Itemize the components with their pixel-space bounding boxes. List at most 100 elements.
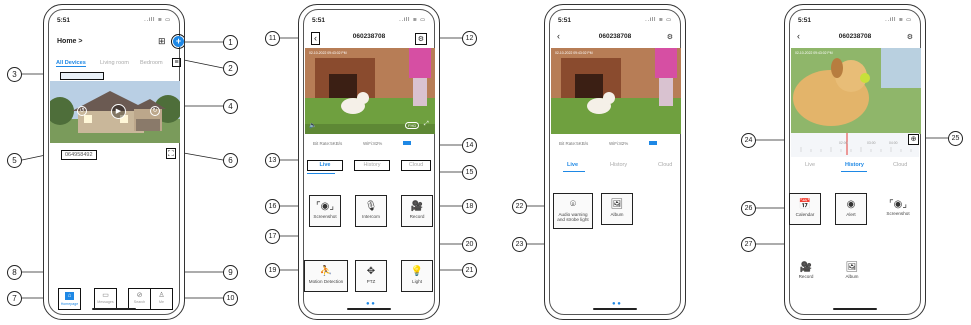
tab-history[interactable]: History bbox=[845, 162, 864, 168]
wifi-label: WiFi:82% bbox=[363, 141, 383, 146]
callout-17: 17 bbox=[265, 229, 280, 244]
timeline-ticks bbox=[800, 133, 912, 155]
record-button[interactable]: 🎥 Record bbox=[789, 262, 823, 279]
siren-icon: ⌾ bbox=[570, 199, 576, 210]
device-name-placeholder bbox=[60, 72, 104, 80]
tab-live[interactable]: Live bbox=[307, 160, 343, 171]
home-indicator bbox=[347, 308, 391, 310]
callout-26: 26 bbox=[741, 201, 756, 216]
ptz-button[interactable]: ✥ PTZ bbox=[355, 260, 387, 292]
screenshot-icon: ⌜◉⌟ bbox=[888, 199, 908, 210]
callout-24: 24 bbox=[741, 133, 756, 148]
rotate-left-icon[interactable]: ↺ bbox=[77, 106, 87, 116]
calendar-button[interactable]: 📅 Calendar bbox=[789, 193, 821, 225]
add-device-button[interactable]: + bbox=[171, 34, 184, 49]
motion-detection-button[interactable]: ⛹ Motion Detection bbox=[304, 260, 348, 292]
active-tab-underline bbox=[841, 171, 867, 172]
tab-bedroom[interactable]: Bedroom bbox=[140, 60, 163, 66]
speaker-icon[interactable]: 🔈 bbox=[309, 122, 316, 129]
nav-messages[interactable]: ▭ Messages bbox=[94, 288, 117, 310]
phone-home-screen: 5:51 ..ill ≋ ▭ Home > ⊞ + All Devices Li… bbox=[43, 4, 185, 320]
callout-9: 9 bbox=[223, 265, 238, 280]
callout-20: 20 bbox=[462, 237, 477, 252]
callout-15: 15 bbox=[462, 165, 477, 180]
timeline-label: 03:00 bbox=[867, 141, 876, 145]
page-indicator: ● ● bbox=[612, 301, 621, 307]
settings-gear-icon[interactable]: ⚙ bbox=[667, 33, 673, 41]
calendar-label: Calendar bbox=[795, 212, 815, 217]
play-button[interactable]: ▶ bbox=[111, 104, 126, 119]
device-title: 060238708 bbox=[838, 33, 872, 40]
nav-label: Me bbox=[159, 300, 164, 304]
nav-label: Homepage bbox=[60, 302, 79, 306]
battery-icon bbox=[649, 141, 657, 145]
album-icon: 🖼 bbox=[610, 199, 624, 210]
fullscreen-icon[interactable]: ⤢ bbox=[424, 121, 429, 128]
video-camera-icon: 🎥 bbox=[799, 262, 813, 273]
timeline-label: 02:00 bbox=[839, 141, 848, 145]
tab-all-devices[interactable]: All Devices bbox=[56, 60, 86, 67]
screenshot-label: Screenshot bbox=[313, 214, 337, 219]
active-tab-underline bbox=[307, 173, 335, 174]
callout-8: 8 bbox=[7, 265, 22, 280]
tab-live[interactable]: Live bbox=[805, 162, 815, 168]
nav-homepage[interactable]: ⌂ Homepage bbox=[58, 288, 81, 310]
chevron-right-icon: > bbox=[78, 38, 83, 45]
tab-history[interactable]: History bbox=[354, 160, 390, 171]
menu-icon[interactable]: ≡ bbox=[172, 58, 181, 67]
ptz-arrows-icon: ✥ bbox=[366, 266, 376, 277]
zoom-timeline-button[interactable]: ⊕ bbox=[908, 134, 919, 145]
light-label: Light bbox=[412, 279, 422, 284]
screenshot-button[interactable]: ⌜◉⌟ Screenshot bbox=[309, 195, 341, 227]
nav-label: Messages bbox=[97, 300, 114, 304]
settings-gear-icon[interactable]: ⚙ bbox=[907, 33, 913, 41]
device-title: 060238708 bbox=[598, 33, 632, 40]
home-title[interactable]: Home > bbox=[57, 38, 83, 45]
timestamp-overlay: 02-10-2022 09:43:02 PM bbox=[795, 51, 833, 55]
record-label: Record bbox=[409, 214, 425, 219]
tab-live[interactable]: Live bbox=[567, 162, 578, 168]
callout-21: 21 bbox=[462, 263, 477, 278]
tab-cloud[interactable]: Cloud bbox=[893, 162, 907, 168]
nav-me[interactable]: ♙ Me bbox=[150, 288, 173, 310]
album-button[interactable]: 🖼 Album bbox=[601, 193, 633, 225]
status-icons: ..ill ≋ ▭ bbox=[399, 17, 426, 23]
home-title-text: Home bbox=[57, 38, 77, 45]
status-time: 5:51 bbox=[558, 17, 572, 24]
video-camera-icon: 🎥 bbox=[410, 201, 424, 212]
page-indicator: ● ● bbox=[366, 301, 375, 307]
wifi-label: WiFi:82% bbox=[609, 141, 629, 146]
device-id-label: 064958492 bbox=[61, 150, 97, 160]
rotate-right-icon[interactable]: ↻ bbox=[150, 106, 160, 116]
status-icons: ..ill ≋ ▭ bbox=[885, 17, 912, 23]
phone-live-view-page2: 5:51 ..ill ≋ ▭ ‹ 060238708 ⚙ 02-10-2022 … bbox=[544, 4, 686, 320]
album-button[interactable]: 🖼 Album bbox=[835, 262, 869, 279]
audio-warning-strobe-button[interactable]: ⌾ Audio warning and strobe light bbox=[553, 193, 593, 229]
tab-history[interactable]: History bbox=[610, 162, 627, 168]
bit-rate-label: Bit Rate:5KB/s bbox=[559, 141, 589, 146]
callout-2: 2 bbox=[223, 61, 238, 76]
user-icon: ♙ bbox=[158, 292, 165, 299]
tab-cloud[interactable]: Cloud bbox=[658, 162, 672, 168]
tab-cloud[interactable]: Cloud bbox=[401, 160, 431, 171]
callout-1: 1 bbox=[223, 35, 238, 50]
album-icon: 🖼 bbox=[845, 262, 859, 273]
nav-search[interactable]: ⊘ Search bbox=[128, 288, 151, 310]
callout-5: 5 bbox=[7, 153, 22, 168]
intercom-button[interactable]: 🎙 Intercom bbox=[355, 195, 387, 227]
message-icon: ▭ bbox=[102, 292, 109, 299]
timeline-scrubber[interactable]: 02:00 03:00 04:00 bbox=[791, 133, 919, 157]
screenshot-button[interactable]: ⌜◉⌟ Screenshot bbox=[881, 199, 915, 216]
album-label: Album bbox=[610, 212, 624, 217]
expand-icon[interactable]: ⛶ bbox=[166, 148, 176, 159]
callout-7: 7 bbox=[7, 291, 22, 306]
alert-button[interactable]: ◉ Alert bbox=[835, 193, 867, 225]
grid-view-icon[interactable]: ⊞ bbox=[158, 36, 166, 47]
callout-14: 14 bbox=[462, 138, 477, 153]
light-button[interactable]: 💡 Light bbox=[401, 260, 433, 292]
home-icon: ⌂ bbox=[65, 292, 74, 300]
settings-gear-icon[interactable]: ⚙ bbox=[414, 33, 427, 45]
record-button[interactable]: 🎥 Record bbox=[401, 195, 433, 227]
tab-living-room[interactable]: Living room bbox=[100, 60, 129, 66]
quality-toggle[interactable]: FHD bbox=[405, 122, 420, 129]
